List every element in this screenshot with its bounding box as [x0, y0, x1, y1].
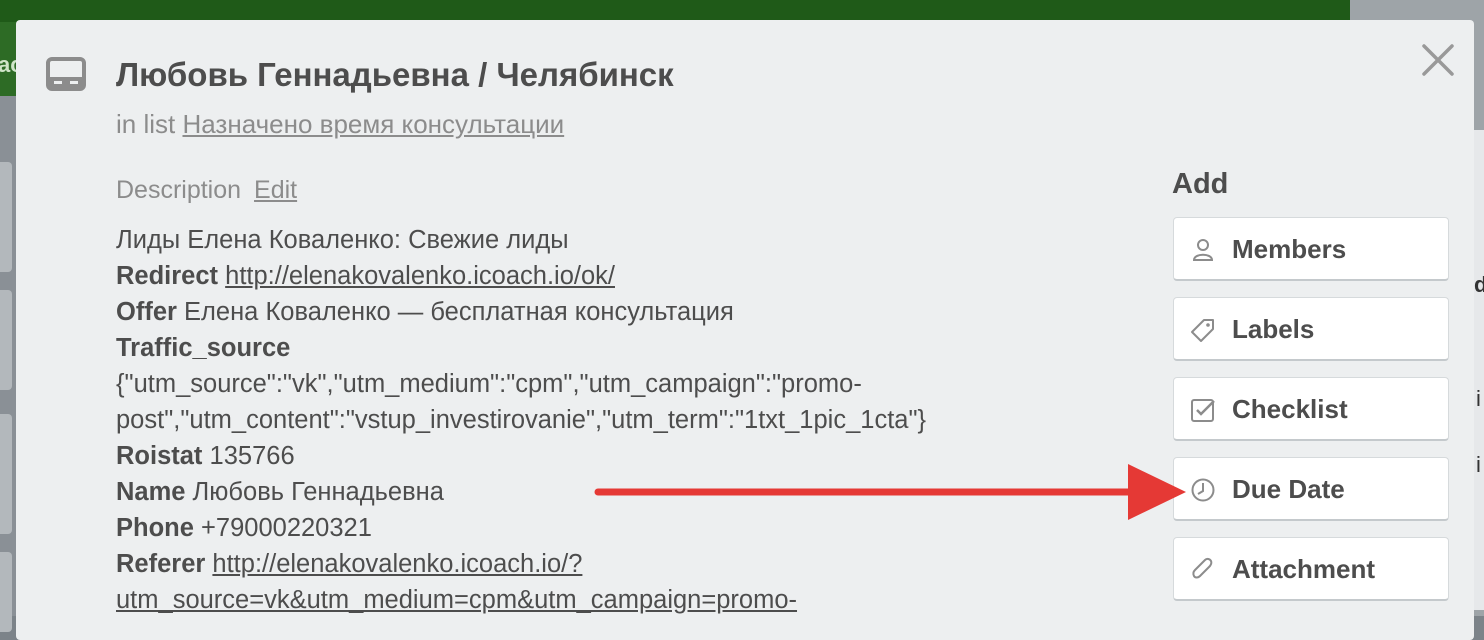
card-detail-modal: Любовь Геннадьевна / Челябинск in list Н…	[16, 20, 1474, 640]
checklist-label: Checklist	[1232, 394, 1348, 424]
tag-icon	[1191, 319, 1214, 342]
traffic-source-value: post","utm_content":"vstup_investirovani…	[116, 406, 927, 434]
offer-key: Offer	[116, 298, 177, 326]
description-line: Traffic_source	[116, 330, 1056, 366]
description-line: utm_source=vk&utm_medium=cpm&utm_campaig…	[116, 582, 1056, 618]
redirect-link[interactable]: http://elenakovalenko.icoach.io/ok/	[225, 262, 615, 290]
checkbox-icon	[1191, 399, 1215, 422]
due-date-label: Due Date	[1232, 474, 1345, 504]
name-key: Name	[116, 478, 186, 506]
description-header: Description Edit	[116, 176, 297, 205]
attachment-button[interactable]: Attachment	[1173, 537, 1449, 601]
clock-icon	[1191, 478, 1215, 502]
list-name-link[interactable]: Назначено время консультации	[182, 109, 564, 139]
description-line: Referer http://elenakovalenko.icoach.io/…	[116, 546, 1056, 582]
board-card	[0, 162, 12, 272]
description-line: Лиды Елена Коваленко: Свежие лиды	[116, 226, 569, 254]
board-card	[0, 552, 12, 632]
board-card	[0, 290, 12, 390]
roistat-key: Roistat	[116, 442, 203, 470]
referer-key: Referer	[116, 550, 206, 578]
close-icon[interactable]	[1420, 42, 1456, 78]
person-icon	[1192, 239, 1214, 261]
description-line: Redirect http://elenakovalenko.icoach.io…	[116, 258, 1056, 294]
add-section-title: Add	[1172, 168, 1229, 200]
card-title[interactable]: Любовь Геннадьевна / Челябинск	[116, 56, 674, 94]
referer-link[interactable]: http://elenakovalenko.icoach.io/?	[212, 550, 582, 578]
description-line: Name Любовь Геннадьевна	[116, 474, 1056, 510]
board-right-letter: i	[1476, 452, 1481, 477]
phone-value: +79000220321	[201, 514, 372, 542]
board-card	[0, 414, 12, 534]
traffic-source-value: {"utm_source":"vk","utm_medium":"cpm","u…	[116, 370, 862, 398]
description-line: Phone +79000220321	[116, 510, 1056, 546]
paperclip-icon	[1192, 557, 1213, 579]
roistat-value: 135766	[209, 442, 295, 470]
phone-key: Phone	[116, 514, 194, 542]
labels-button[interactable]: Labels	[1173, 297, 1449, 361]
name-value: Любовь Геннадьевна	[192, 478, 444, 506]
labels-label: Labels	[1232, 314, 1315, 344]
due-date-button[interactable]: Due Date	[1173, 457, 1449, 521]
members-button[interactable]: Members	[1173, 217, 1449, 281]
attachment-label: Attachment	[1232, 554, 1376, 584]
traffic-source-key: Traffic_source	[116, 334, 291, 362]
description-edit-link[interactable]: Edit	[254, 176, 297, 204]
board-right-letter: i	[1476, 386, 1481, 411]
offer-value: Елена Коваленко — бесплатная консультаци…	[184, 298, 734, 326]
in-list-prefix: in list	[116, 109, 176, 139]
members-label: Members	[1232, 234, 1347, 264]
card-list-info: in list Назначено время консультации	[116, 109, 564, 140]
redirect-key: Redirect	[116, 262, 219, 290]
description-label: Description	[116, 176, 242, 204]
referer-link-continued[interactable]: utm_source=vk&utm_medium=cpm&utm_campaig…	[116, 586, 797, 614]
board-right-letter: d	[1474, 272, 1484, 297]
description-line: Roistat 135766	[116, 438, 1056, 474]
description-body: Лиды Елена Коваленко: Свежие лиды Redire…	[116, 222, 1056, 618]
checklist-button[interactable]: Checklist	[1173, 377, 1449, 441]
description-line: Offer Елена Коваленко — бесплатная консу…	[116, 294, 1056, 330]
card-icon	[46, 57, 86, 91]
board-header	[0, 0, 1484, 22]
